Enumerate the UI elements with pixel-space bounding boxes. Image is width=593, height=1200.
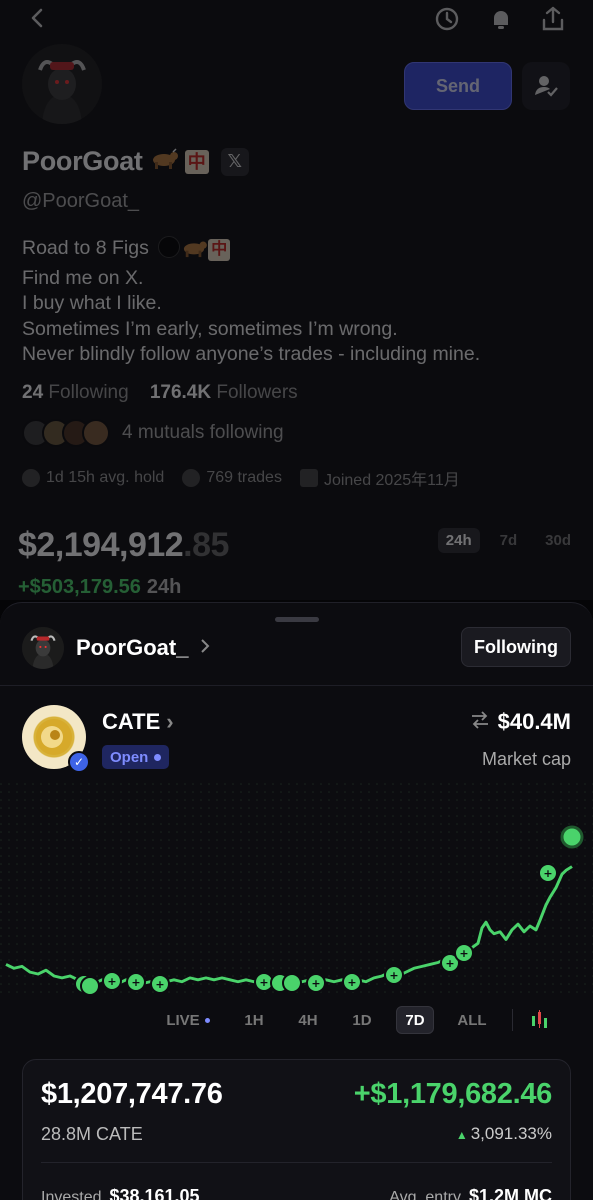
triangle-up-icon: ▲	[455, 1128, 468, 1142]
buy-marker	[282, 973, 302, 993]
svg-text:+: +	[347, 976, 356, 989]
svg-text:+: +	[311, 977, 320, 990]
svg-text:+: +	[459, 947, 468, 960]
swap-icon	[470, 710, 490, 734]
clock-icon	[22, 469, 40, 487]
tf-all[interactable]: ALL	[452, 1006, 492, 1034]
svg-text:+: +	[543, 867, 552, 880]
profile-bio: Road to 8 Figs 中 Find me on X. I buy wha…	[22, 236, 480, 368]
svg-text:+: +	[445, 957, 454, 970]
range-7d[interactable]: 7d	[492, 528, 526, 553]
live-dot	[204, 1017, 210, 1023]
follow-stats: 24 Following 176.4K Followers	[22, 382, 298, 404]
black-circle-emoji	[158, 236, 181, 258]
svg-text:+: +	[131, 976, 140, 989]
token-name[interactable]: CATE ›	[102, 709, 174, 735]
tf-1d[interactable]: 1D	[344, 1006, 380, 1034]
mutuals-text: 4 mutuals following	[122, 422, 284, 443]
tf-7d[interactable]: 7D	[396, 1006, 434, 1034]
svg-text:+: +	[155, 978, 164, 991]
divider	[41, 1162, 552, 1163]
share-icon[interactable]	[538, 4, 568, 34]
trader-header[interactable]: PoorGoat_	[22, 625, 210, 671]
mutual-avatar	[82, 419, 110, 447]
divider	[0, 685, 593, 686]
chevron-right-icon: ›	[166, 709, 174, 734]
market-cap-label: Market cap	[481, 749, 571, 769]
tf-4h[interactable]: 4H	[290, 1006, 326, 1034]
profile-page: Send PoorGoat 中 𝕏 @PoorGoat_ Road to 8 F…	[0, 0, 593, 600]
range-selector: 24h 7d 30d	[437, 528, 579, 553]
top-nav	[0, 0, 593, 40]
tf-1h[interactable]: 1H	[236, 1006, 272, 1034]
candlestick-icon[interactable]	[528, 1006, 554, 1034]
send-button[interactable]: Send	[404, 62, 512, 110]
bio-line: Sometimes I’m early, sometimes I’m wrong…	[22, 317, 398, 340]
invested: Invested $38,161.05	[41, 1186, 200, 1200]
followers-stat[interactable]: 176.4K Followers	[150, 382, 298, 403]
following-button[interactable]: Following	[461, 627, 571, 667]
trader-avatar	[22, 627, 64, 669]
verified-icon: ✓	[68, 751, 90, 773]
divider	[512, 1009, 513, 1031]
balance-change: +$503,179.56 24h	[18, 576, 182, 598]
back-icon[interactable]	[26, 6, 50, 30]
profile-name: PoorGoat 中 𝕏	[22, 146, 249, 177]
tf-live[interactable]: LIVE	[160, 1006, 216, 1034]
position-card: $1,207,747.76 +$1,179,682.46 28.8M CATE …	[22, 1059, 571, 1200]
profile-meta: 1d 15h avg. hold 769 trades Joined 2025年…	[22, 466, 460, 490]
bio-line: Find me on X.	[22, 266, 144, 289]
svg-text:+: +	[389, 969, 398, 982]
bio-line: Road to 8 Figs 中	[22, 236, 480, 266]
price-chart[interactable]: + + + + + + + + + +	[0, 783, 593, 999]
svg-text:+: +	[107, 975, 116, 988]
chevron-right-icon	[200, 637, 210, 660]
current-price-dot	[560, 825, 584, 849]
trade-count: 769 trades	[182, 469, 282, 487]
svg-text:+: +	[259, 976, 268, 989]
position-value: $1,207,747.76	[41, 1078, 223, 1110]
portfolio-balance: $2,194,912.85	[18, 526, 229, 564]
sheet-grabber[interactable]	[275, 617, 319, 622]
x-badge-icon[interactable]: 𝕏	[220, 147, 249, 176]
mahjong-emoji: 中	[184, 149, 209, 174]
pnl-percent: ▲ 3,091.33%	[455, 1124, 552, 1143]
market-cap[interactable]: $40.4M	[470, 709, 571, 735]
history-icon[interactable]	[432, 4, 462, 34]
avg-hold: 1d 15h avg. hold	[22, 469, 164, 487]
bio-line: Never blindly follow anyone’s trades - i…	[22, 343, 481, 365]
buy-marker	[80, 976, 100, 996]
bull-emoji-icon	[180, 236, 208, 266]
trade-sheet: PoorGoat_ Following ✓ CATE › Open $40.4M …	[0, 602, 593, 1200]
position-quantity: 28.8M CATE	[41, 1124, 143, 1144]
mutuals-row[interactable]: 4 mutuals following	[22, 418, 284, 448]
bull-emoji-icon	[149, 146, 179, 177]
trades-icon	[182, 469, 201, 487]
range-24h[interactable]: 24h	[437, 528, 480, 553]
joined-date: Joined 2025年11月	[299, 466, 460, 490]
bio-line: I buy what I like.	[22, 292, 162, 314]
mahjong-emoji: 中	[208, 239, 231, 261]
user-check-icon[interactable]	[522, 62, 570, 110]
avg-entry: Avg. entry $1.2M MC	[389, 1186, 552, 1200]
trader-name: PoorGoat_	[76, 635, 189, 660]
bell-plus-icon[interactable]	[486, 4, 516, 34]
profile-avatar	[22, 44, 102, 124]
profile-handle: @PoorGoat_	[22, 190, 140, 212]
status-badge: Open	[102, 745, 170, 769]
status-dot	[154, 753, 162, 761]
calendar-icon	[299, 469, 318, 487]
display-name: PoorGoat	[22, 146, 143, 176]
range-30d[interactable]: 30d	[537, 528, 579, 553]
timeframe-selector: LIVE 1H 4H 1D 7D ALL	[0, 1003, 593, 1037]
following-stat[interactable]: 24 Following	[22, 382, 129, 403]
position-pnl: +$1,179,682.46	[353, 1078, 553, 1110]
